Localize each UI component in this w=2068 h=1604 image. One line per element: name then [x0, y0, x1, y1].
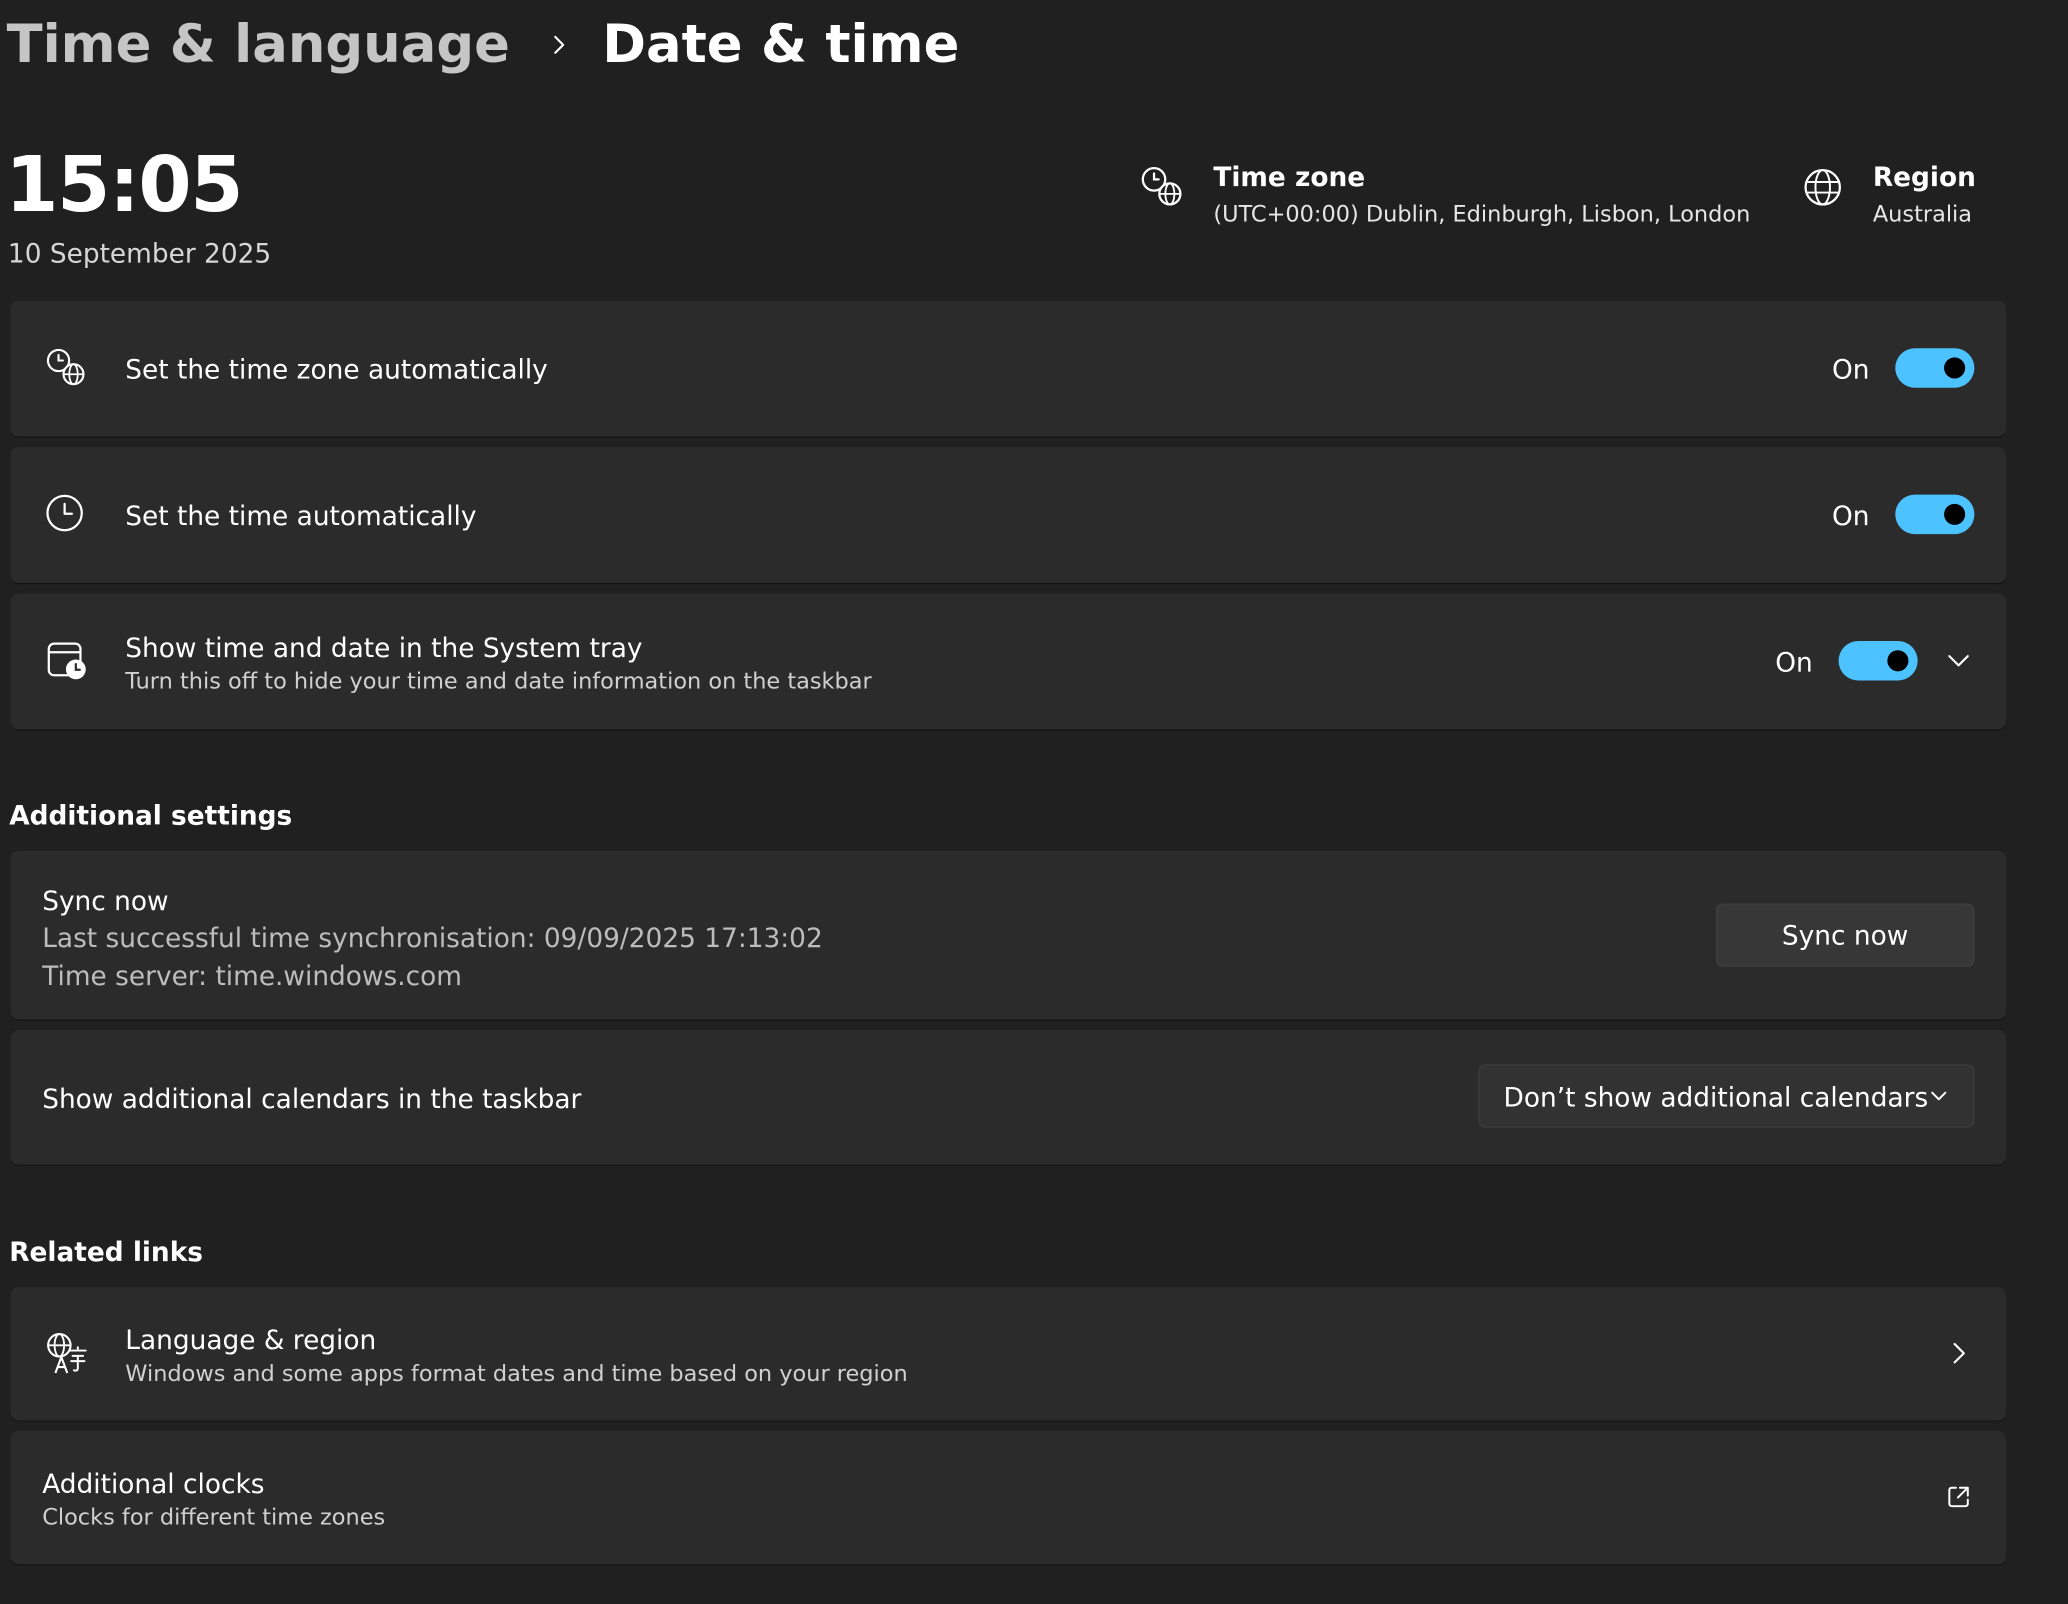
breadcrumb: Time & language Date & time: [7, 11, 960, 80]
page-title: Date & time: [602, 14, 960, 76]
show-time-in-system-tray-card[interactable]: Show time and date in the System tray Tu…: [10, 593, 2007, 730]
show-time-in-system-tray-description: Turn this off to hide your time and date…: [125, 668, 872, 696]
language-icon: [45, 1331, 90, 1376]
region-value: Australia: [1872, 201, 1973, 229]
toggle-knob: [1944, 503, 1966, 525]
set-time-zone-automatically-card: Set the time zone automatically On: [10, 300, 2007, 437]
additional-clocks-description: Clocks for different time zones: [42, 1504, 386, 1532]
show-time-in-system-tray-label: Show time and date in the System tray: [125, 631, 643, 664]
clock-icon: [45, 492, 90, 537]
open-external-icon: [1945, 1484, 1971, 1510]
chevron-right-icon: [1945, 1340, 1971, 1366]
sync-now-button[interactable]: Sync now: [1715, 903, 1975, 967]
language-region-title: Language & region: [125, 1324, 377, 1356]
globe-icon: [1799, 164, 1846, 211]
additional-clocks-link[interactable]: Additional clocks Clocks for different t…: [10, 1431, 2007, 1565]
calendar-clock-icon: [45, 638, 90, 683]
language-region-link[interactable]: Language & region Windows and some apps …: [10, 1287, 2007, 1421]
last-sync-text: Last successful time synchronisation: 09…: [42, 921, 823, 954]
sync-now-title: Sync now: [42, 884, 169, 917]
additional-settings-heading: Additional settings: [9, 799, 293, 831]
time-zone-title: Time zone: [1213, 160, 1366, 193]
toggle-state-label: On: [1831, 499, 1870, 532]
time-zone-value: (UTC+00:00) Dublin, Edinburgh, Lisbon, L…: [1213, 201, 1751, 229]
sync-now-card: Sync now Last successful time synchronis…: [10, 850, 2007, 1020]
set-time-automatically-toggle[interactable]: [1895, 494, 1975, 535]
toggle-state-label: On: [1831, 353, 1870, 386]
current-time: 15:05: [5, 139, 243, 230]
current-date: 10 September 2025: [7, 237, 272, 270]
related-links-heading: Related links: [9, 1235, 203, 1268]
set-time-zone-automatically-label: Set the time zone automatically: [125, 353, 548, 386]
clock-globe-icon: [45, 346, 90, 391]
toggle-state-label: On: [1775, 646, 1813, 678]
chevron-right-icon: [549, 35, 567, 54]
additional-calendars-card: Show additional calendars in the taskbar…: [10, 1030, 2007, 1165]
toggle-knob: [1944, 357, 1966, 379]
chevron-down-icon[interactable]: [1945, 648, 1971, 674]
region-summary: Region Australia: [1799, 158, 1976, 234]
breadcrumb-parent-link[interactable]: Time & language: [7, 15, 510, 76]
set-time-automatically-card: Set the time automatically On: [10, 447, 2007, 583]
additional-clocks-title: Additional clocks: [42, 1467, 265, 1500]
time-zone-summary: Time zone (UTC+00:00) Dublin, Edinburgh,…: [1140, 158, 1751, 234]
dropdown-selected-value: Don’t show additional calendars: [1503, 1081, 1929, 1114]
set-time-automatically-label: Set the time automatically: [125, 499, 477, 532]
chevron-down-icon: [1928, 1085, 1949, 1106]
additional-calendars-dropdown[interactable]: Don’t show additional calendars: [1478, 1064, 1975, 1128]
additional-calendars-label: Show additional calendars in the taskbar: [42, 1082, 582, 1115]
clock-globe-icon: [1140, 164, 1187, 211]
toggle-knob: [1887, 650, 1909, 672]
set-time-zone-automatically-toggle[interactable]: [1895, 348, 1975, 388]
settings-page: Time & language Date & time 15:05 10 Sep…: [0, 0, 2068, 1604]
time-server-text: Time server: time.windows.com: [42, 960, 462, 992]
show-time-in-system-tray-toggle[interactable]: [1838, 640, 1918, 681]
language-region-description: Windows and some apps format dates and t…: [125, 1361, 908, 1388]
region-title: Region: [1872, 160, 1976, 193]
